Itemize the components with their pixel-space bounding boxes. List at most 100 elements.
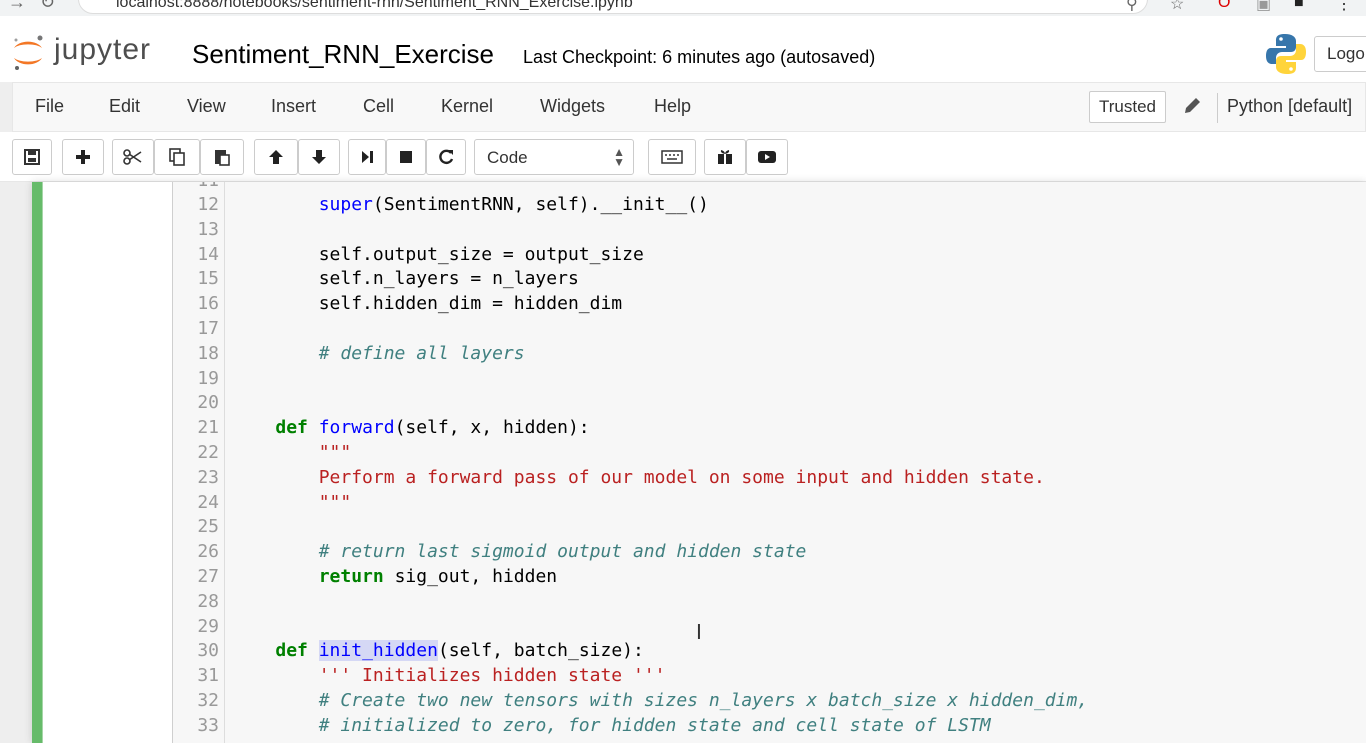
menu-view[interactable]: View [187, 96, 226, 117]
code-line[interactable]: 26 # return last sigmoid output and hidd… [173, 541, 1366, 566]
notebook-toolbar: Code ▲ ▼ [0, 132, 1366, 182]
menu-help[interactable]: Help [654, 96, 691, 117]
keyboard-icon [661, 150, 683, 164]
code-line[interactable]: 32 # Create two new tensors with sizes n… [173, 690, 1366, 715]
jupyter-header: jupyter Sentiment_RNN_Exercise Last Chec… [0, 16, 1366, 82]
code-token: # initialized to zero, for hidden state … [318, 714, 991, 736]
save-button[interactable] [12, 139, 52, 175]
code-text[interactable]: self.hidden_dim = hidden_dim [232, 293, 622, 314]
jupyter-logo-icon[interactable] [10, 34, 46, 72]
cell-type-select[interactable]: Code ▲ ▼ [474, 139, 634, 175]
celltoolbar-button[interactable] [704, 139, 746, 175]
code-line[interactable]: 27 return sig_out, hidden [173, 566, 1366, 591]
line-number: 32 [197, 690, 219, 711]
run-button[interactable] [348, 139, 386, 175]
line-number: 13 [197, 218, 219, 240]
jupyter-logo-text[interactable]: jupyter [54, 33, 151, 67]
code-text[interactable]: self.output_size = output_size [232, 244, 644, 265]
code-line[interactable]: 29 [173, 616, 1366, 641]
code-line[interactable]: 31 ''' Initializes hidden state ''' [173, 665, 1366, 690]
code-text[interactable]: self.n_layers = n_layers [232, 268, 579, 289]
menu-widgets[interactable]: Widgets [540, 96, 605, 117]
logout-button[interactable]: Logo [1314, 36, 1366, 72]
present-button[interactable] [746, 139, 788, 175]
line-number: 14 [197, 243, 219, 265]
arrow-down-icon [312, 150, 326, 164]
kernel-name[interactable]: Python [default] [1227, 96, 1352, 117]
code-text[interactable]: """ [232, 442, 352, 463]
code-editor[interactable]: 11 12 super(SentimentRNN, self).__init__(… [172, 182, 1366, 743]
code-line[interactable]: 25 [173, 516, 1366, 541]
menu-icon[interactable]: ⋮ [1336, 0, 1352, 14]
cut-button[interactable] [112, 139, 154, 175]
url-text[interactable]: localhost:8888/notebooks/sentiment-rnn/S… [116, 0, 633, 12]
line-number: 25 [197, 516, 219, 538]
present-icon [758, 151, 776, 163]
menu-kernel[interactable]: Kernel [441, 96, 493, 117]
code-line[interactable]: 12 super(SentimentRNN, self).__init__() [173, 194, 1366, 219]
paste-button[interactable] [200, 139, 244, 175]
interrupt-button[interactable] [386, 139, 426, 175]
trusted-indicator[interactable]: Trusted [1089, 91, 1167, 123]
code-text[interactable]: return sig_out, hidden [232, 566, 557, 587]
code-text[interactable]: def forward(self, x, hidden): [232, 417, 589, 438]
run-icon [362, 151, 373, 163]
code-line[interactable]: 16 self.hidden_dim = hidden_dim [173, 293, 1366, 318]
code-line[interactable]: 33 # initialized to zero, for hidden sta… [173, 715, 1366, 740]
code-text[interactable]: super(SentimentRNN, self).__init__() [232, 194, 709, 215]
code-line[interactable]: 13 [173, 219, 1366, 244]
restart-button[interactable] [426, 139, 466, 175]
reload-icon[interactable]: ↻ [40, 0, 55, 13]
code-text[interactable]: """ [232, 492, 352, 513]
copy-button[interactable] [154, 139, 200, 175]
menu-edit[interactable]: Edit [109, 96, 140, 117]
code-line[interactable]: 30 def init_hidden(self, batch_size): [173, 640, 1366, 665]
code-text[interactable]: # Create two new tensors with sizes n_la… [232, 690, 1088, 711]
code-line[interactable]: 15 self.n_layers = n_layers [173, 268, 1366, 293]
menu-insert[interactable]: Insert [271, 96, 316, 117]
code-line[interactable]: 21 def forward(self, x, hidden): [173, 417, 1366, 442]
menubar: File Edit View Insert Cell Kernel Widget… [12, 82, 1366, 132]
move-up-button[interactable] [254, 139, 298, 175]
line-number: 15 [197, 268, 219, 290]
line-number: 30 [197, 640, 219, 662]
code-text[interactable]: # initialized to zero, for hidden state … [232, 715, 991, 736]
code-text[interactable]: def init_hidden(self, batch_size): [232, 640, 644, 662]
python-logo-icon [1266, 34, 1306, 74]
search-icon[interactable]: ⚲ [1126, 0, 1138, 14]
code-line[interactable]: 22 """ [173, 442, 1366, 467]
opera-extension-icon[interactable]: O [1218, 0, 1230, 12]
code-text[interactable]: Perform a forward pass of our model on s… [232, 467, 1045, 488]
code-line[interactable]: 24 """ [173, 492, 1366, 517]
code-line[interactable]: 17 [173, 318, 1366, 343]
code-token: Perform a forward pass of our model on s… [318, 466, 1045, 488]
code-line[interactable]: 14 self.output_size = output_size [173, 244, 1366, 269]
extension-icon[interactable]: ▣ [1256, 0, 1271, 14]
browser-address-bar: → ↻ localhost:8888/notebooks/sentiment-r… [0, 0, 1366, 16]
paste-icon [215, 150, 230, 166]
notebook-title[interactable]: Sentiment_RNN_Exercise [192, 39, 494, 70]
save-icon [24, 149, 40, 165]
plus-icon [76, 150, 90, 164]
code-line[interactable]: 18 # define all layers [173, 343, 1366, 368]
command-palette-button[interactable] [648, 139, 696, 175]
code-line[interactable]: 20 [173, 392, 1366, 417]
code-line[interactable]: 23 Perform a forward pass of our model o… [173, 467, 1366, 492]
line-number: 33 [197, 714, 219, 736]
code-line[interactable]: 28 [173, 591, 1366, 616]
menu-file[interactable]: File [35, 96, 64, 117]
pencil-icon[interactable] [1181, 95, 1203, 117]
insert-cell-button[interactable] [62, 139, 104, 175]
menu-cell[interactable]: Cell [363, 96, 394, 117]
code-line[interactable]: 19 [173, 368, 1366, 393]
code-text[interactable]: ''' Initializes hidden state ''' [232, 665, 666, 686]
move-down-button[interactable] [298, 139, 340, 175]
profile-extension-icon[interactable]: ■ [1294, 0, 1304, 12]
back-arrow-icon[interactable]: → [8, 0, 26, 13]
code-text[interactable]: # define all layers [232, 343, 525, 364]
code-text[interactable]: # return last sigmoid output and hidden … [232, 541, 807, 562]
star-icon[interactable]: ☆ [1170, 0, 1184, 14]
